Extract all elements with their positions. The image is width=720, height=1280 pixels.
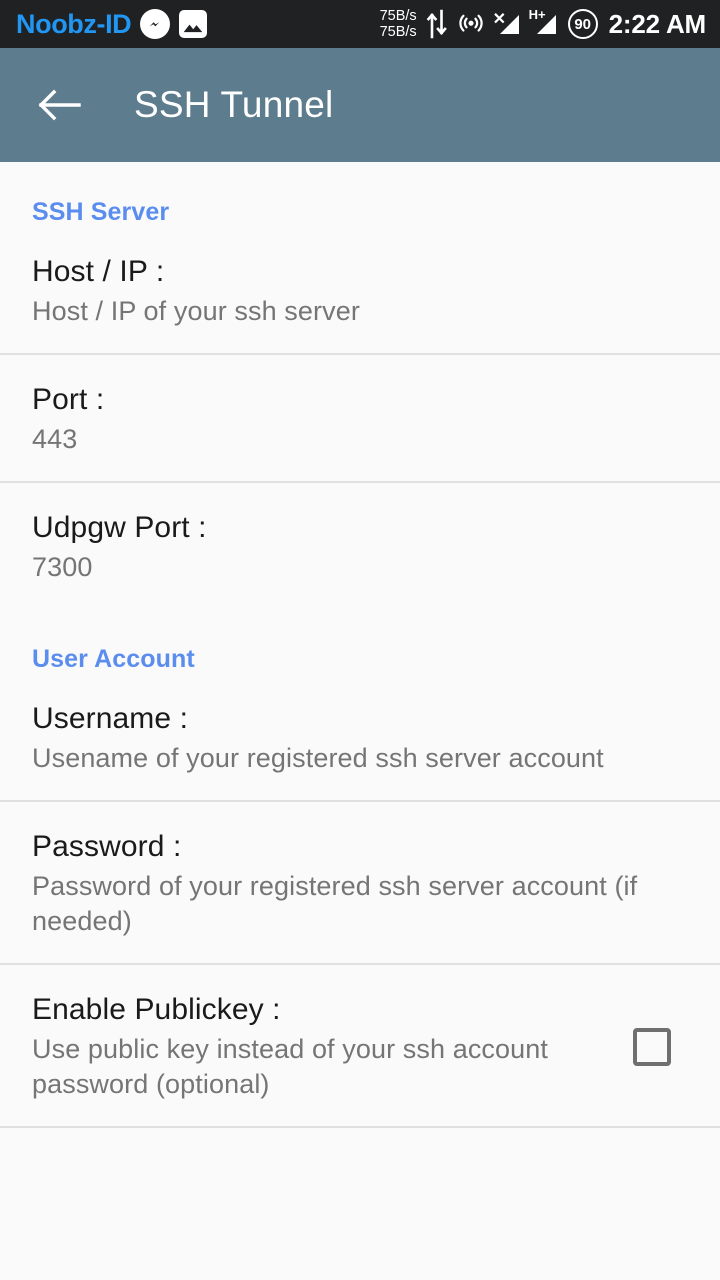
pref-item-host-ip[interactable]: Host / IP : Host / IP of your ssh server [0,227,720,353]
pref-item-username[interactable]: Username : Usename of your registered ss… [0,674,720,800]
messenger-icon [140,9,171,39]
pref-title: Port : [32,383,105,416]
pref-title: Udpgw Port : [32,511,207,544]
status-bar: Noobz-ID 75B/s 75B/s ✕ H+ 90 2:22 AM [0,0,720,48]
pref-item-udpgw-port[interactable]: Udpgw Port : 7300 [0,483,720,609]
pref-item-password[interactable]: Password : Password of your registered s… [0,802,720,963]
pref-text: Udpgw Port : 7300 [32,509,688,585]
network-speed-up: 75B/s [379,24,417,40]
no-sim-signal-icon: ✕ [492,11,522,37]
pref-title: Host / IP : [32,255,165,288]
pref-title: Enable Publickey : [32,993,281,1026]
network-speed-down: 75B/s [379,8,417,24]
network-speed: 75B/s 75B/s [380,8,417,40]
pref-text: Host / IP : Host / IP of your ssh server [32,253,688,329]
carrier-label: Noobz-ID [16,8,132,39]
pref-summary: 443 [32,424,78,454]
up-down-arrows-icon [426,9,448,39]
pref-summary: Host / IP of your ssh server [32,296,360,326]
clock-label: 2:22 AM [608,8,707,39]
app-bar: SSH Tunnel [0,48,720,162]
pref-summary: Password of your registered ssh server a… [32,871,638,936]
pref-text: Username : Usename of your registered ss… [32,700,688,776]
battery-percent-label: 90 [574,15,591,33]
enable-publickey-checkbox[interactable] [633,1027,671,1066]
back-arrow-icon[interactable] [32,77,88,133]
page-title: SSH Tunnel [134,84,334,125]
signal-bars-icon: H+ [528,7,559,37]
sim1-no-service-label: ✕ [492,11,507,28]
pref-summary: Usename of your registered ssh server ac… [32,743,604,773]
pref-text: Password : Password of your registered s… [32,828,688,939]
status-bar-left: Noobz-ID [16,8,208,39]
battery-icon: 90 [567,9,598,39]
network-type-label: H+ [528,7,546,22]
gallery-icon [179,10,208,38]
pref-text: Enable Publickey : Use public key instea… [32,991,606,1102]
pref-summary: 7300 [32,552,93,582]
pref-title: Username : [32,702,189,735]
pref-summary: Use public key instead of your ssh accou… [32,1034,548,1099]
pref-item-port[interactable]: Port : 443 [0,355,720,481]
section-header-user-account: User Account [32,645,195,673]
pref-text: Port : 443 [32,381,688,457]
status-bar-right: 75B/s 75B/s ✕ H+ 90 2:22 AM [380,7,707,41]
preference-list: SSH Server Host / IP : Host / IP of your… [0,162,720,1130]
pref-title: Password : [32,830,182,863]
hotspot-icon [457,8,485,41]
section-header-ssh-server: SSH Server [32,198,170,226]
pref-item-enable-publickey[interactable]: Enable Publickey : Use public key instea… [0,965,720,1126]
pref-widget [616,1027,688,1066]
divider [0,1126,720,1128]
